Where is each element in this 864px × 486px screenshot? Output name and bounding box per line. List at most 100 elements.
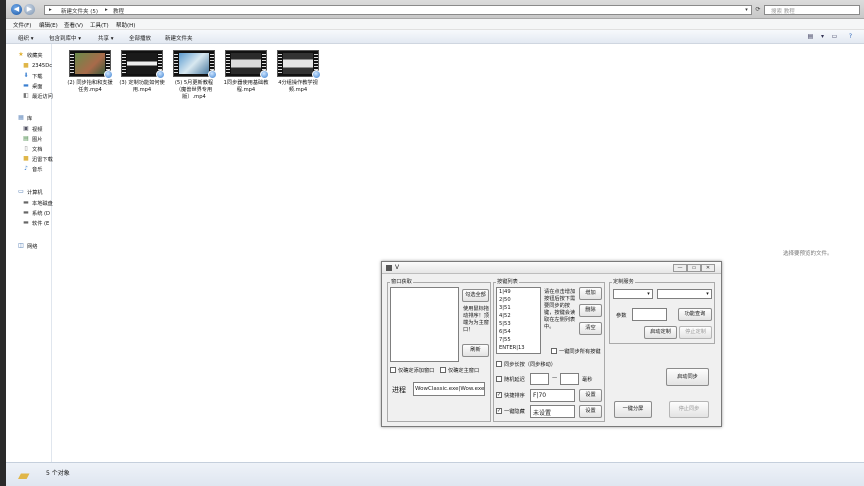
status-bar: ▰ 5 个对象 [6, 462, 864, 486]
close-icon[interactable]: ✕ [701, 264, 715, 272]
menu-tools[interactable]: 工具(T) [90, 21, 109, 29]
add-key-button[interactable]: 增加 [579, 287, 602, 300]
stop-sync-button[interactable]: 停止同步 [669, 401, 709, 418]
folder-icon: ■ [23, 62, 29, 69]
delay-min-input[interactable] [530, 373, 549, 385]
dialog-title: V [395, 264, 400, 271]
start-sync-button[interactable]: 启动同步 [666, 368, 709, 386]
hotkey-order-label: 快捷排序 [504, 393, 525, 399]
help-icon[interactable]: ? [846, 33, 855, 41]
custom-select-1[interactable]: ▾ [613, 289, 653, 299]
menu-view[interactable]: 查看(V) [64, 21, 83, 29]
sync-all-keys-checkbox[interactable] [551, 348, 557, 354]
file-name: 1同步器使用基础教程.mp4 [223, 80, 269, 93]
menu-help[interactable]: 帮助(H) [116, 21, 135, 29]
hotkey-order-value: F|70 [533, 392, 547, 399]
only-main-window-checkbox[interactable] [440, 367, 446, 373]
minimize-icon[interactable]: — [673, 264, 687, 272]
document-icon: ▯ [24, 145, 28, 152]
dialog-title-bar: V — ▭ ✕ [382, 262, 721, 274]
video-thumbnail [173, 50, 217, 79]
chevron-down-icon: ▾ [706, 291, 709, 297]
drive-icon: ▬ [23, 199, 29, 206]
process-input[interactable]: WowClassic.exe|Wow.exe [413, 382, 485, 396]
media-player-icon [208, 70, 217, 79]
range-dash: — [552, 375, 558, 381]
menu-edit[interactable]: 编辑(E) [39, 21, 58, 29]
back-icon[interactable]: ◀ [11, 4, 22, 15]
hotkey-order-input[interactable]: F|70 [530, 389, 575, 402]
video-icon: ▣ [23, 125, 29, 132]
process-label: 进程 [392, 386, 406, 394]
set-hotkey-order-button[interactable]: 设置 [579, 389, 602, 402]
folder-icon: ■ [23, 155, 29, 162]
list-item[interactable]: ENTER|13 [497, 344, 540, 352]
refresh-button[interactable]: 刷新 [462, 344, 489, 357]
view-options-icon[interactable]: ▤ [806, 33, 815, 41]
stop-custom-button[interactable]: 停止定制 [679, 326, 712, 339]
random-delay-checkbox[interactable] [496, 376, 502, 382]
process-value: WowClassic.exe|Wow.exe [415, 386, 485, 392]
list-item[interactable]: 5|53 [497, 320, 540, 328]
delete-key-button[interactable]: 删除 [579, 304, 602, 317]
maximize-icon[interactable]: ▭ [687, 264, 701, 272]
library-icon: ▦ [18, 114, 24, 121]
sync-all-keys-label: 一键同步所有按键 [559, 349, 601, 355]
forward-icon[interactable]: ▶ [24, 4, 35, 15]
param-input[interactable] [632, 308, 667, 321]
search-placeholder: 搜索 教程 [771, 9, 795, 15]
param-label: 参数 [616, 313, 627, 319]
custom-select-2[interactable]: ▾ [657, 289, 712, 299]
file-name: 4分组操作教学视频.mp4 [278, 80, 318, 93]
drag-sort-hint: 使用鼠标拖动排序！顶端为为主窗口！ [463, 306, 489, 333]
new-folder-button[interactable]: 新建文件夹 [165, 34, 193, 42]
video-thumbnail [121, 50, 165, 79]
hotkey-order-checkbox[interactable]: ✓ [496, 392, 502, 398]
video-thumbnail [277, 50, 321, 79]
random-delay-label: 随机延迟 [504, 377, 525, 383]
media-player-icon [104, 70, 113, 79]
key-list[interactable]: 1|49 2|50 3|51 4|52 5|53 6|54 7|55 ENTER… [496, 287, 541, 354]
folder-icon: ▰ [18, 466, 30, 484]
clear-keys-button[interactable]: 清空 [579, 322, 602, 335]
app-icon [386, 265, 392, 271]
list-item[interactable]: 7|55 [497, 336, 540, 344]
set-hide-hotkey-button[interactable]: 设置 [579, 405, 602, 418]
window-list[interactable] [390, 287, 459, 362]
only-add-window-checkbox[interactable] [390, 367, 396, 373]
file-name: (2) 同步抬和和支援任务.mp4 [67, 80, 113, 93]
organize-button[interactable]: 组织 ▾ [18, 34, 34, 42]
preview-pane-icon[interactable]: ▭ [830, 33, 839, 41]
star-icon: ★ [18, 51, 24, 58]
list-item[interactable]: 4|52 [497, 312, 540, 320]
breadcrumb-item[interactable]: 新建文件夹 (5) [61, 7, 98, 15]
play-all-button[interactable]: 全部播放 [129, 34, 151, 42]
list-item[interactable]: 1|49 [497, 288, 540, 296]
chevron-down-icon[interactable]: ▾ [742, 6, 751, 14]
drive-icon: ▬ [23, 219, 29, 226]
list-item[interactable]: 6|54 [497, 328, 540, 336]
func-query-button[interactable]: 功能查询 [678, 308, 712, 321]
item-count: 5 个对象 [46, 470, 70, 477]
list-item[interactable]: 2|50 [497, 296, 540, 304]
list-item[interactable]: 3|51 [497, 304, 540, 312]
start-custom-button[interactable]: 启动定制 [644, 326, 677, 339]
computer-icon: ▭ [18, 188, 24, 195]
breadcrumb-item[interactable]: 教程 [113, 7, 124, 15]
menu-file[interactable]: 文件(F) [13, 21, 31, 29]
share-button[interactable]: 共享 ▾ [98, 34, 114, 42]
refresh-icon[interactable]: ⟳ [754, 5, 762, 15]
one-key-hide-checkbox[interactable]: ✓ [496, 408, 502, 414]
chevron-down-icon[interactable]: ▾ [818, 33, 827, 41]
ms-unit-label: 毫秒 [582, 377, 593, 383]
select-all-button[interactable]: 勾选全部 [462, 289, 489, 302]
include-in-library-button[interactable]: 包含到库中 ▾ [49, 34, 81, 42]
search-input[interactable]: 搜索 教程 [764, 5, 860, 15]
hide-hotkey-input[interactable]: 未设置 [530, 405, 575, 418]
sync-tool-dialog: V — ▭ ✕ 窗口获取 勾选全部 使用鼠标拖动排序！顶端为为主窗口！ 刷新 仅… [381, 261, 722, 427]
address-bar[interactable]: ▸ 新建文件夹 (5) ▸ 教程 ▾ [44, 5, 752, 15]
window-group-title: 窗口获取 [390, 278, 413, 285]
sync-long-press-checkbox[interactable] [496, 361, 502, 367]
split-screen-button[interactable]: 一键分屏 [614, 401, 652, 418]
delay-max-input[interactable] [560, 373, 579, 385]
